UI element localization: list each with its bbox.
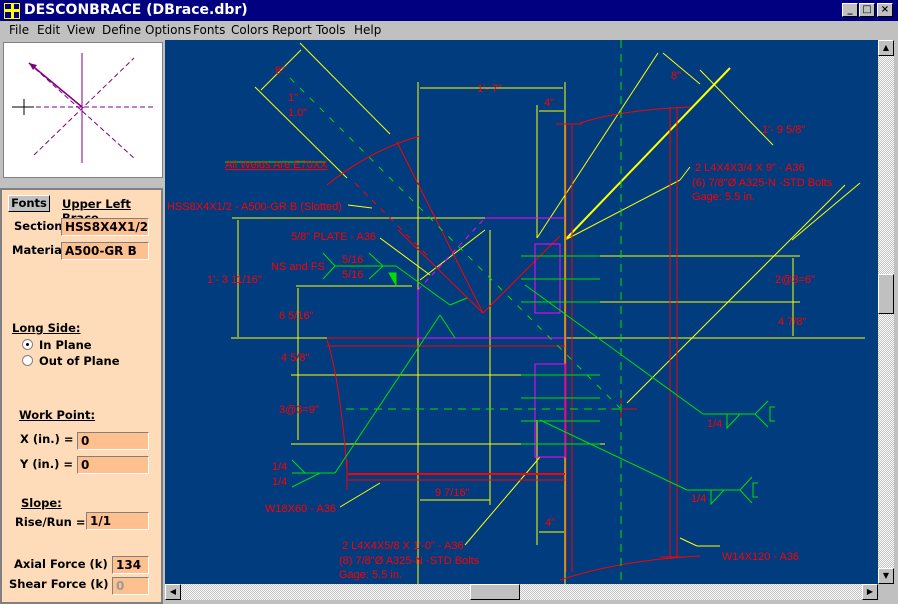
material-field[interactable]: A500-GR B xyxy=(61,242,149,260)
menu-help[interactable]: Help xyxy=(354,21,381,40)
scroll-right-icon[interactable]: ▶ xyxy=(862,584,878,600)
lower-angle-label: 2 L4X4X5/8 X 1'-0" - A36 xyxy=(342,540,464,552)
weld-1-4-left-bottom: 1/4 xyxy=(272,476,287,488)
dim-9-7-16: 9 7/16" xyxy=(435,487,470,499)
drawing-canvas[interactable]: 8" 1" 1.0" 1'- 7" 4" 8" 1'- 9 5/8" All W… xyxy=(165,40,878,585)
lower-angle-gage: Gage: 5.5 in. xyxy=(339,569,402,581)
axial-force-label: Axial Force (k) : xyxy=(14,557,117,571)
y-label: Y (in.) = xyxy=(20,457,73,471)
long-side-label: Long Side: xyxy=(12,321,81,335)
dim-4-7-8: 4 7/8" xyxy=(778,316,806,328)
weld-5-16-bottom: 5/16 xyxy=(342,269,363,281)
slope-1: 1" xyxy=(288,92,298,104)
menu-colors[interactable]: Colors xyxy=(231,21,269,40)
dim-1-7: 1'- 7" xyxy=(477,83,502,95)
menu-report[interactable]: Report xyxy=(272,21,312,40)
maximize-button[interactable]: □ xyxy=(859,3,875,17)
menu-file[interactable]: File xyxy=(9,21,29,40)
menu-bar: File Edit View Define Options Fonts Colo… xyxy=(0,21,898,40)
preview-diagram xyxy=(12,53,154,163)
fonts-button[interactable]: Fonts xyxy=(8,195,50,212)
radio-out-of-plane[interactable]: Out of Plane xyxy=(22,354,120,368)
weld-ns-fs: NS and FS xyxy=(271,261,325,273)
weld-1-4-upper: 1/4 xyxy=(707,418,722,430)
section-label: Section: xyxy=(14,219,68,233)
vertical-scroll-thumb[interactable] xyxy=(878,274,894,314)
rise-run-label: Rise/Run = xyxy=(15,515,86,529)
member-properties-panel: Fonts Upper Left Brace Section: HSS8X4X1… xyxy=(0,188,163,604)
menu-define[interactable]: Define xyxy=(102,21,141,40)
menu-tools[interactable]: Tools xyxy=(316,21,346,40)
menu-edit[interactable]: Edit xyxy=(37,21,60,40)
dim-4-5-8: 4 5/8" xyxy=(281,352,309,364)
scroll-up-icon[interactable]: ▲ xyxy=(878,40,894,56)
window-title: DESCONBRACE (DBrace.dbr) xyxy=(24,2,248,18)
shear-force-field[interactable]: 0 xyxy=(112,577,149,595)
dim-1-3-11-16: 1'- 3 11/16" xyxy=(207,274,262,286)
radio-unchecked-icon xyxy=(22,355,33,366)
axial-force-field[interactable]: 134 xyxy=(112,556,149,574)
minimize-button[interactable]: _ xyxy=(842,3,858,17)
radio-in-plane[interactable]: In Plane xyxy=(22,338,92,352)
y-field[interactable]: 0 xyxy=(77,456,149,474)
app-icon xyxy=(4,3,20,19)
weld-5-16-top: 5/16 xyxy=(342,254,363,266)
member-lines xyxy=(326,106,701,581)
hss-label: HSS8X4X1/2 - A500-GR B (Slotted) xyxy=(167,201,342,213)
dim-1-9-5-8: 1'- 9 5/8" xyxy=(762,124,805,136)
lower-angle-bolts: (8) 7/8"Ø A325-N -STD Bolts xyxy=(339,555,480,567)
vertical-scrollbar[interactable]: ▲ ▼ xyxy=(878,40,894,584)
dim-3at3: 3@3=9" xyxy=(279,404,319,416)
out-of-plane-label: Out of Plane xyxy=(39,354,120,368)
connection-drawing: 8" 1" 1.0" 1'- 7" 4" 8" 1'- 9 5/8" All W… xyxy=(167,40,865,585)
upper-angle-bolts: (6) 7/8"Ø A325-N -STD Bolts xyxy=(692,177,833,189)
beam-label: W18X60 - A36 xyxy=(265,503,336,515)
weld-1-4-lower: 1/4 xyxy=(691,493,706,505)
close-button[interactable]: × xyxy=(877,3,893,17)
horizontal-scroll-thumb[interactable] xyxy=(470,584,520,600)
dim-4-bottom: 4" xyxy=(545,517,555,529)
work-point-label: Work Point: xyxy=(19,408,96,422)
upper-angle-label: 2 L4X4X3/4 X 9" - A36 xyxy=(695,162,805,174)
column-label: W14X120 - A36 xyxy=(722,551,799,563)
slope-label: Slope: xyxy=(21,496,62,510)
section-field[interactable]: HSS8X4X1/2 xyxy=(61,218,149,236)
weld-1-4-left-top: 1/4 xyxy=(272,461,287,473)
rise-run-field[interactable]: 1/1 xyxy=(86,512,149,530)
title-bar: DESCONBRACE (DBrace.dbr) _ □ × xyxy=(0,0,898,21)
plate-label: 5/8" PLATE - A36 xyxy=(291,231,376,243)
scroll-down-icon[interactable]: ▼ xyxy=(878,568,894,584)
dim-8-brace: 8" xyxy=(275,65,285,77)
dim-8-angle: 8" xyxy=(671,70,681,82)
menu-view[interactable]: View xyxy=(67,21,95,40)
dim-6-5-16: 6 5/16" xyxy=(279,310,314,322)
radio-checked-icon xyxy=(22,339,33,350)
horizontal-scrollbar[interactable]: ◀ ▶ xyxy=(165,584,878,600)
x-label: X (in.) = xyxy=(20,432,74,446)
menu-options[interactable]: Options xyxy=(145,21,191,40)
menu-fonts[interactable]: Fonts xyxy=(193,21,225,40)
in-plane-label: In Plane xyxy=(39,338,92,352)
brace-preview[interactable] xyxy=(3,42,163,178)
slope-1-0: 1.0" xyxy=(288,107,307,119)
shear-force-label: Shear Force (k) : xyxy=(9,577,118,591)
scroll-left-icon[interactable]: ◀ xyxy=(165,584,181,600)
upper-angle-gage: Gage: 5.5 in. xyxy=(692,191,755,203)
dim-4-top: 4" xyxy=(544,97,554,109)
x-field[interactable]: 0 xyxy=(77,432,149,450)
all-welds-note: All Welds Are E70XX xyxy=(225,159,328,171)
dim-2at3: 2@3=6" xyxy=(775,274,815,286)
